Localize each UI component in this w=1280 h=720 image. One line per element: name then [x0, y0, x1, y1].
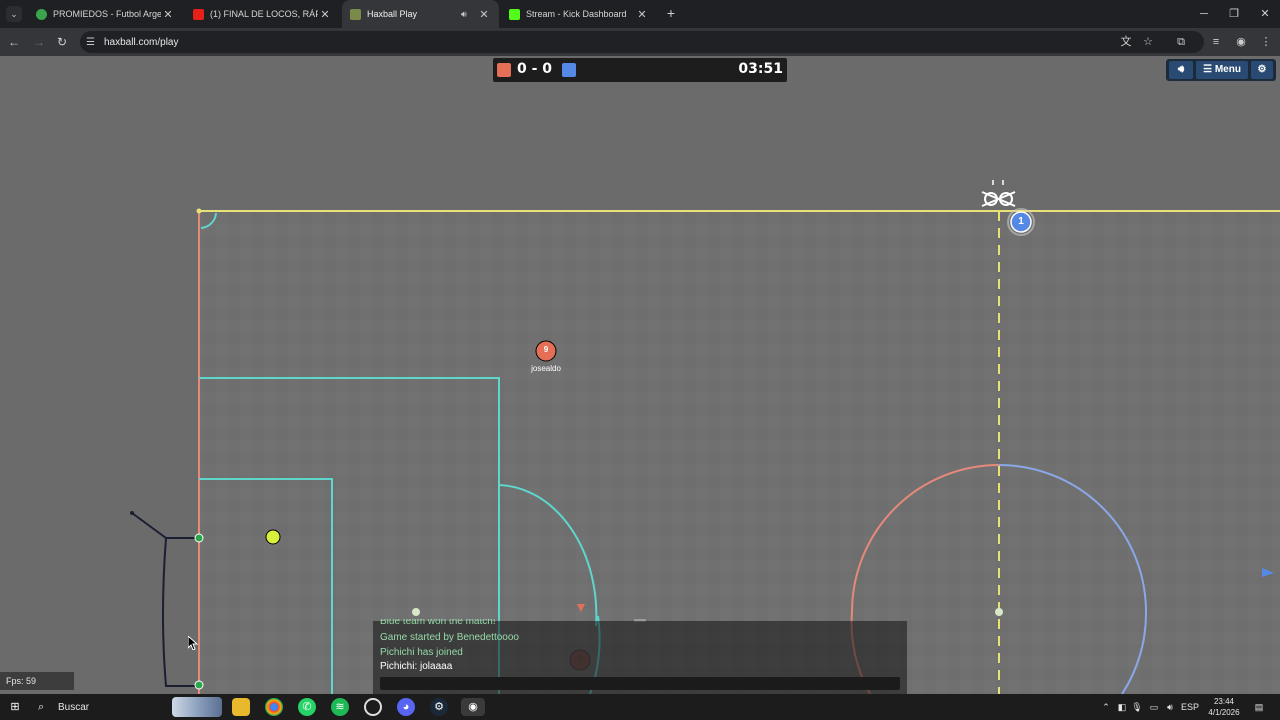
haxball-game-canvas[interactable]: 9 josealdo 1 2 0 - 0 03:51 🔊︎ ☰ Menu ⚙ B…	[0, 56, 1280, 694]
tab-title: Haxball Play	[367, 9, 418, 19]
close-tab-icon[interactable]: ✕	[477, 8, 491, 21]
close-tab-icon[interactable]: ✕	[318, 8, 332, 21]
reload-icon[interactable]: ↻	[54, 34, 70, 50]
player-number: 1	[1018, 216, 1024, 227]
time: 23:44	[1213, 697, 1235, 706]
show-hidden-icons-icon[interactable]: ⌃	[1100, 700, 1112, 714]
close-tab-icon[interactable]: ✕	[161, 8, 175, 21]
tab-youtube[interactable]: (1) FINAL DE LOCOS, RÁFAGA I… ✕	[185, 0, 340, 28]
mouse-cursor-icon	[188, 636, 198, 650]
goal-post-top	[194, 533, 204, 543]
game-controls: 🔊︎ ☰ Menu ⚙	[1166, 59, 1276, 81]
chat-panel: Blue team won the match! Game started by…	[373, 619, 907, 694]
penalty-spot	[412, 608, 420, 616]
browser-tab-strip: ⌄ PROMIEDOS - Futbol Argentino ✕ (1) FIN…	[0, 0, 1280, 28]
hamburger-icon: ☰	[1203, 64, 1213, 75]
youtube-favicon-icon	[193, 8, 204, 20]
player-number: 9	[543, 345, 549, 354]
player-name: josealdo	[531, 364, 561, 373]
sound-toggle-icon[interactable]: 🔊︎	[1169, 61, 1193, 79]
red-team-square	[497, 63, 511, 77]
taskbar-clock[interactable]: 23:44 4/1/2026	[1204, 696, 1244, 718]
restore-icon[interactable]: ❐	[1219, 0, 1249, 28]
translate-icon[interactable]: 文	[1118, 34, 1134, 50]
site-info-icon[interactable]: ☰	[86, 37, 98, 48]
profile-avatar-icon[interactable]: ◉	[1233, 34, 1249, 50]
ball	[265, 529, 281, 545]
file-explorer-icon[interactable]	[232, 698, 250, 716]
chrome-icon[interactable]	[265, 698, 283, 716]
bookmark-star-icon[interactable]: ☆	[1140, 34, 1156, 50]
scoreboard: 0 - 0 03:51	[493, 58, 787, 82]
menu-label: Menu	[1214, 64, 1241, 75]
taskbar-search[interactable]: ⌕ Buscar	[32, 696, 222, 718]
chat-message: Blue team won the match!	[380, 619, 496, 627]
tab-title: (1) FINAL DE LOCOS, RÁFAGA I…	[210, 9, 318, 19]
chat-message: Game started by Benedettoooo	[380, 632, 519, 643]
more-menu-icon[interactable]: ⋮	[1258, 34, 1274, 50]
score-text: 0 - 0	[517, 61, 553, 77]
whatsapp-icon[interactable]: ✆	[298, 698, 316, 716]
goal-post-bottom	[194, 680, 204, 690]
kick-favicon-icon	[509, 8, 520, 20]
pitch	[0, 56, 1280, 694]
promiedos-favicon-icon	[36, 8, 47, 20]
center-spot	[995, 608, 1003, 616]
chat-message: Pichichi: jolaaaa	[380, 661, 453, 672]
audio-playing-icon[interactable]: 🔊︎	[461, 9, 473, 20]
tray-app-icon[interactable]: ◧	[1116, 700, 1128, 714]
fps-counter: Fps: 59	[0, 672, 74, 690]
blue-team-square	[562, 63, 576, 77]
windows-taskbar: ⊞ ⌕ Buscar ✆ ≋ ◕ ⚙ ◉ ⌃ ◧ 🎙︎ ▭ 🔊︎ ESP 23:…	[0, 694, 1280, 720]
start-windows-icon[interactable]: ⊞	[6, 698, 24, 716]
haxball-favicon-icon	[350, 8, 361, 20]
settings-gear-icon[interactable]: ⚙	[1251, 61, 1273, 79]
url-text: haxball.com/play	[104, 36, 179, 48]
forward-arrow-icon[interactable]: →	[31, 34, 47, 50]
back-arrow-icon[interactable]: ←	[6, 34, 22, 50]
extensions-icon[interactable]: ⧉	[1173, 34, 1189, 50]
tab-kick[interactable]: Stream - Kick Dashboard ✕	[501, 0, 657, 28]
chat-message: Pichichi has joined	[380, 647, 463, 658]
tab-title: Stream - Kick Dashboard	[526, 9, 627, 19]
close-tab-icon[interactable]: ✕	[635, 8, 649, 21]
menu-button[interactable]: ☰ Menu	[1196, 61, 1248, 79]
volume-icon[interactable]: 🔊︎	[1163, 700, 1177, 714]
minimize-icon[interactable]: ─	[1189, 0, 1219, 28]
tab-title: PROMIEDOS - Futbol Argentino	[53, 9, 161, 19]
search-highlight-image	[172, 697, 222, 717]
media-controls-icon[interactable]: ≡	[1208, 34, 1224, 50]
discord-icon[interactable]: ◕	[397, 698, 415, 716]
match-clock: 03:51	[738, 61, 783, 77]
new-tab-plus-icon[interactable]: +	[664, 6, 678, 20]
tab-search-chevron-icon[interactable]: ⌄	[6, 6, 22, 22]
notifications-icon[interactable]: ▤	[1252, 700, 1266, 714]
tab-promiedos[interactable]: PROMIEDOS - Futbol Argentino ✕	[28, 0, 183, 28]
chrome-active-icon[interactable]: ◉	[461, 698, 485, 716]
browser-toolbar: ← → ↻ ☰ haxball.com/play 文 ☆ ⧉ ≡ ◉ ⋮	[0, 28, 1280, 56]
steam-icon[interactable]: ⚙	[430, 698, 448, 716]
search-icon: ⌕	[38, 700, 45, 713]
chat-input[interactable]	[380, 677, 900, 690]
close-window-icon[interactable]: ✕	[1250, 0, 1280, 28]
tab-haxball[interactable]: Haxball Play 🔊︎ ✕	[342, 0, 499, 28]
address-bar[interactable]: ☰ haxball.com/play	[80, 31, 1204, 53]
microphone-icon[interactable]: 🎙︎	[1131, 700, 1143, 714]
date: 4/1/2026	[1208, 708, 1240, 717]
obs-icon[interactable]	[364, 698, 382, 716]
spotify-icon[interactable]: ≋	[331, 698, 349, 716]
search-label: Buscar	[58, 701, 90, 713]
network-icon[interactable]: ▭	[1147, 700, 1161, 714]
language-indicator[interactable]: ESP	[1180, 700, 1200, 714]
